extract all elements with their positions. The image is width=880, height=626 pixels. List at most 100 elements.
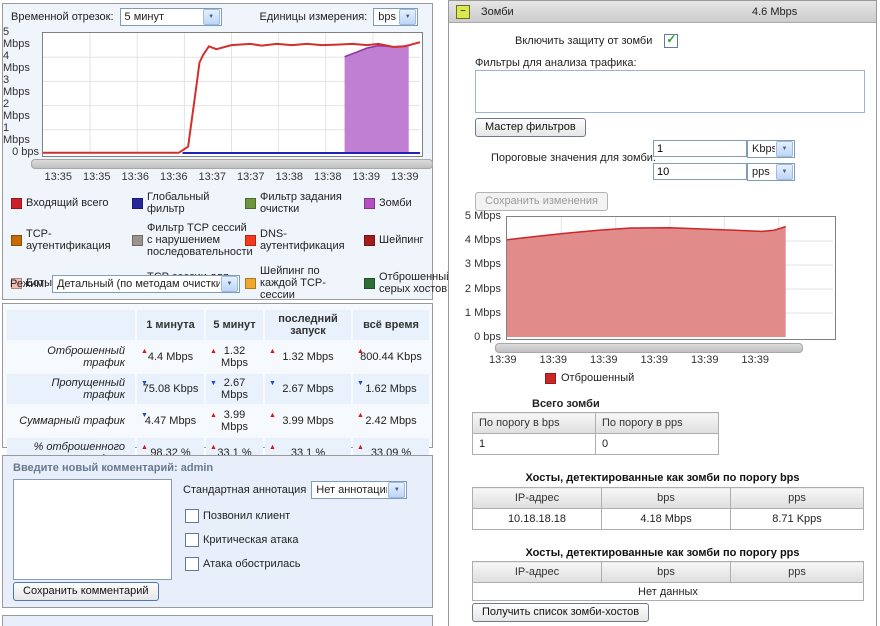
table-row: Нет данных [473,583,864,601]
attack-escalated-checkbox[interactable] [185,557,199,571]
x-axis-labels: 13:39 13:39 13:39 13:39 13:39 13:39 [489,354,769,366]
legend-item: Глобальный фильтр [132,191,240,215]
trend-arrow-icon: ▲ [141,348,148,355]
legend-item: Фильтр TCP сессий с нарушением последова… [132,222,240,258]
trend-arrow-icon: ▲ [357,348,364,355]
chart-horizontal-scrollbar[interactable] [31,159,433,169]
table-header-row: IP-адрес bps pps [473,562,864,583]
threshold-label: Пороговые значения для зомби: [491,152,656,164]
trend-arrow-icon: ▼ [210,380,217,387]
trend-arrow-icon: ▼ [269,380,276,387]
chevron-down-icon [388,482,405,498]
threshold-bps-unit-select[interactable]: Kbps [747,140,795,158]
filter-wizard-button[interactable]: Мастер фильтров [475,118,586,137]
hosts-bps-title: Хосты, детектированные как зомби по поро… [449,472,876,484]
traffic-chart [42,32,423,157]
zombie-panel-header: − Зомби 4.6 Mbps [449,1,876,23]
trend-arrow-icon: ▲ [210,348,217,355]
traffic-chart-svg [43,33,420,154]
zombie-rate-value: 4.6 Mbps [752,6,797,18]
get-zombie-list-button[interactable]: Получить список зомби-хостов [472,603,649,622]
threshold-bps-input[interactable] [653,140,747,157]
annotation-label: Стандартная аннотация [183,484,306,496]
checkbox-row: Позвонил клиент [185,509,290,523]
legend-swatch-icon [132,235,143,246]
comment-textarea[interactable] [13,479,172,580]
trend-arrow-icon: ▼ [141,412,148,419]
checkbox-row: Критическая атака [185,533,298,547]
y-axis-labels: 5 Mbps 4 Mbps 3 Mbps 2 Mbps 1 Mbps 0 bps [3,26,39,158]
mode-select[interactable]: Детальный (по методам очистки) [52,275,240,293]
comment-title: Введите новый комментарий: admin [13,462,213,474]
zombie-chart-svg [507,217,833,337]
legend-swatch-icon [11,198,22,209]
chevron-down-icon [221,276,238,292]
annotation-select[interactable]: Нет аннотации [311,481,407,499]
series-area [345,45,409,154]
save-comment-button[interactable]: Сохранить комментарий [13,582,159,601]
table-header-row: По порогу в bps По порогу в pps [473,413,719,434]
legend-swatch-icon [364,235,375,246]
traffic-stats-panel: 1 минута 5 минут последний запуск всё вр… [2,303,433,448]
trend-arrow-icon: ▲ [141,444,148,451]
zombie-panel: − Зомби 4.6 Mbps Включить защиту от зомб… [448,0,877,626]
filters-textarea[interactable] [475,70,865,113]
zombie-chart-legend: Отброшенный [545,372,634,384]
mode-label: Режим: [10,278,47,290]
trend-arrow-icon: ▲ [210,412,217,419]
chevron-down-icon [776,141,793,157]
legend-swatch-icon [245,198,256,209]
chevron-down-icon [399,9,416,25]
traffic-stats-table: 1 минута 5 минут последний запуск всё вр… [5,308,431,470]
legend-item: Шейпинг [364,234,444,246]
totals-title: Всего зомби [532,398,600,410]
zombie-chart [506,216,836,340]
comment-panel: Введите новый комментарий: admin Стандар… [2,455,433,608]
client-called-checkbox[interactable] [185,509,199,523]
threshold-pps-unit-select[interactable]: pps [747,163,795,181]
table-header-row: 1 минута 5 минут последний запуск всё вр… [7,310,429,340]
filters-label: Фильтры для анализа трафика: [475,57,637,69]
chart-controls-row: Временной отрезок: 5 минут Единицы измер… [3,4,432,28]
table-header-row: IP-адрес bps pps [473,488,864,509]
legend-item: Шейпинг по каждой TCP-сессии [245,265,359,301]
annotation-row: Стандартная аннотация Нет аннотации [183,481,407,499]
table-row: Пропущенный трафик ▼75.08 Kbps ▼2.67 Mbp… [7,374,429,404]
zombie-panel-title: Зомби [481,6,514,18]
zombie-totals-table: По порогу в bps По порогу в pps 1 0 [472,412,719,455]
protect-label: Включить защиту от зомби [515,35,652,47]
trend-arrow-icon: ▲ [357,412,364,419]
legend-swatch-icon [132,198,143,209]
legend-item: TCP-аутентификация [11,228,127,252]
trend-arrow-icon: ▲ [269,412,276,419]
chevron-down-icon [203,9,220,25]
chart-horizontal-scrollbar[interactable] [495,343,803,353]
save-changes-button[interactable]: Сохранить изменения [475,192,608,211]
legend-item: Отброшенный серых хостов [364,271,444,295]
legend-item: Входящий всего [11,197,127,209]
chevron-down-icon [776,164,793,180]
mode-row: Режим: Детальный (по методам очистки) [10,275,240,293]
units-label: Единицы измерения: [260,11,368,23]
table-row: 1 0 [473,434,719,455]
collapse-icon[interactable]: − [456,5,470,19]
hosts-bps-table: IP-адрес bps pps 10.18.18.18 4.18 Mbps 8… [472,487,864,530]
legend-swatch-icon [245,235,256,246]
trend-arrow-icon: ▲ [357,444,364,451]
traffic-chart-panel: Временной отрезок: 5 минут Единицы измер… [2,3,433,300]
hosts-pps-table: IP-адрес bps pps Нет данных [472,561,864,601]
legend-swatch-icon [11,235,22,246]
critical-attack-checkbox[interactable] [185,533,199,547]
table-row: 10.18.18.18 4.18 Mbps 8.71 Kpps [473,509,864,530]
trend-arrow-icon: ▼ [141,380,148,387]
table-row: Суммарный трафик ▼4.47 Mbps ▲3.99 Mbps ▲… [7,406,429,436]
legend-swatch-icon [245,278,256,289]
units-select[interactable]: bps [373,8,418,26]
time-range-select[interactable]: 5 минут [120,8,222,26]
y-axis-labels: 5 Mbps 4 Mbps 3 Mbps 2 Mbps 1 Mbps 0 bps [455,210,501,343]
legend-swatch-icon [545,373,556,384]
threshold-pps-input[interactable] [653,163,747,180]
protect-checkbox[interactable] [664,34,678,48]
trend-arrow-icon: ▲ [210,444,217,451]
legend-item: DNS-аутентификация [245,228,359,252]
